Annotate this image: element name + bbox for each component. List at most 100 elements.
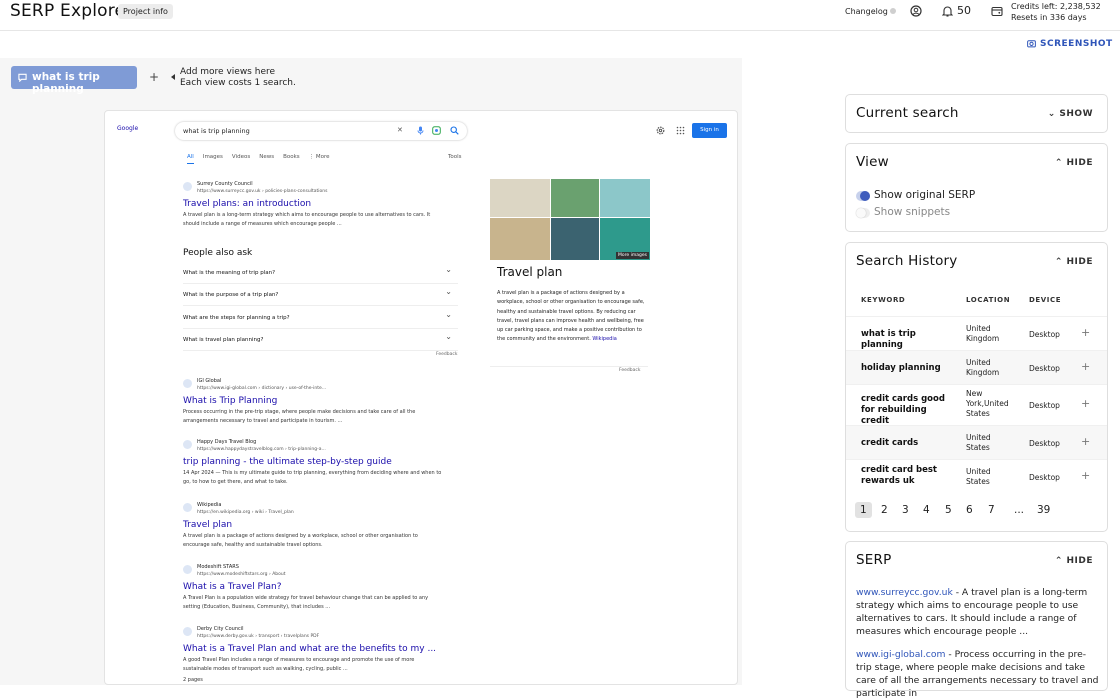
- panel-title: SERP: [856, 552, 892, 568]
- paa-question[interactable]: What is the purpose of a trip plan?: [183, 281, 458, 306]
- notifications-count[interactable]: 50: [957, 4, 971, 17]
- show-original-label[interactable]: Show original SERP: [874, 189, 975, 201]
- panel-title: View: [856, 154, 889, 170]
- history-device: Desktop: [1029, 473, 1060, 482]
- kp-feedback[interactable]: Feedback: [619, 368, 640, 373]
- show-snippets-label[interactable]: Show snippets: [874, 206, 950, 218]
- knowledge-panel-images[interactable]: More images: [490, 179, 650, 260]
- show-original-toggle[interactable]: [856, 191, 870, 201]
- history-keyword[interactable]: credit cards: [861, 438, 956, 449]
- google-tab-books[interactable]: Books: [283, 154, 300, 160]
- history-keyword[interactable]: holiday planning: [861, 363, 956, 374]
- paa-question[interactable]: What is the meaning of trip plan?: [183, 259, 458, 284]
- more-images-label[interactable]: More images: [616, 252, 649, 259]
- add-view-plus-icon[interactable]: +: [1081, 469, 1090, 482]
- mic-icon[interactable]: [417, 126, 424, 135]
- kp-image[interactable]: [551, 179, 599, 217]
- hide-toggle-button[interactable]: ⌃ HIDE: [1055, 556, 1093, 566]
- paa-question[interactable]: What is travel plan planning?: [183, 326, 458, 351]
- result-title[interactable]: Travel plans: an introduction: [183, 199, 443, 209]
- google-tab-all[interactable]: All: [187, 154, 194, 164]
- add-view-plus-icon[interactable]: +: [1081, 360, 1090, 373]
- panel-title: Current search: [856, 105, 959, 121]
- screenshot-button[interactable]: SCREENSHOT: [1040, 39, 1113, 49]
- hint-line-1: Add more views here: [180, 67, 276, 77]
- result-title[interactable]: What is a Travel Plan and what are the b…: [183, 644, 443, 654]
- history-row[interactable]: what is trip planning United Kingdom Des…: [846, 316, 1107, 350]
- history-keyword[interactable]: credit cards good for rebuilding credit: [861, 394, 956, 427]
- history-row[interactable]: credit cards United States Desktop +: [846, 425, 1107, 459]
- show-snippets-toggle[interactable]: [856, 208, 870, 218]
- result-snippet: 14 Apr 2024 — This is my ultimate guide …: [183, 470, 442, 485]
- add-view-plus-icon[interactable]: +: [1081, 397, 1090, 410]
- hide-toggle-button[interactable]: ⌃ HIDE: [1055, 158, 1093, 168]
- result-title[interactable]: What is Trip Planning: [183, 396, 443, 406]
- kp-image[interactable]: More images: [600, 218, 650, 260]
- history-device: Desktop: [1029, 330, 1060, 339]
- page-2[interactable]: 2: [881, 504, 888, 516]
- google-tools[interactable]: Tools: [448, 154, 462, 160]
- apps-grid-icon[interactable]: [676, 126, 685, 135]
- result-url[interactable]: https://www.happydaystravelblog.com › tr…: [197, 446, 443, 453]
- camera-icon[interactable]: [1027, 39, 1036, 48]
- page-5[interactable]: 5: [945, 504, 952, 516]
- clear-icon[interactable]: ✕: [397, 126, 403, 134]
- page-1[interactable]: 1: [855, 502, 872, 518]
- result-url[interactable]: https://www.derby.gov.uk › transport › t…: [197, 633, 443, 640]
- result-url[interactable]: https://www.modeshiftstars.org › About: [197, 571, 443, 578]
- result-url[interactable]: https://www.igi-global.com › dictionary …: [197, 385, 443, 392]
- paa-feedback[interactable]: Feedback: [436, 352, 457, 357]
- result-title[interactable]: trip planning - the ultimate step-by-ste…: [183, 457, 443, 467]
- history-keyword[interactable]: credit card best rewards uk: [861, 465, 956, 487]
- kp-image[interactable]: [490, 218, 550, 260]
- history-row[interactable]: credit cards good for rebuilding credit …: [846, 384, 1107, 427]
- show-toggle-button[interactable]: ⌄ SHOW: [1048, 109, 1093, 119]
- add-view-plus-icon[interactable]: +: [1081, 435, 1090, 448]
- kp-source-link[interactable]: Wikipedia: [592, 336, 616, 342]
- add-view-plus-icon[interactable]: +: [1081, 326, 1090, 339]
- changelog-link[interactable]: Changelog: [845, 7, 888, 16]
- search-icon[interactable]: [450, 126, 459, 135]
- google-logo[interactable]: Google: [117, 125, 138, 132]
- history-row[interactable]: credit card best rewards uk United State…: [846, 459, 1107, 493]
- result-title[interactable]: What is a Travel Plan?: [183, 582, 443, 592]
- history-row[interactable]: holiday planning United Kingdom Desktop …: [846, 350, 1107, 384]
- result-url[interactable]: https://www.surreycc.gov.uk › policies-p…: [197, 188, 443, 195]
- add-view-button[interactable]: +: [149, 70, 159, 84]
- credits-info: Credits left: 2,238,532 Resets in 336 da…: [1011, 1, 1101, 23]
- bell-icon[interactable]: [942, 5, 953, 17]
- google-tab-videos[interactable]: Videos: [232, 154, 250, 160]
- view-tab-active[interactable]: what is trip planning: [11, 66, 137, 95]
- settings-icon[interactable]: [656, 126, 665, 135]
- page-ellipsis: ...: [1014, 504, 1025, 516]
- lens-icon[interactable]: [432, 126, 441, 135]
- kp-image[interactable]: [551, 218, 599, 260]
- page-7[interactable]: 7: [988, 504, 995, 516]
- google-tab-images[interactable]: Images: [203, 154, 223, 160]
- kp-image[interactable]: [600, 179, 650, 217]
- result-url[interactable]: https://en.wikipedia.org › wiki › Travel…: [197, 509, 443, 516]
- page-3[interactable]: 3: [902, 504, 909, 516]
- history-keyword[interactable]: what is trip planning: [861, 329, 956, 351]
- add-view-hint: Add more views here Each view costs 1 se…: [180, 67, 296, 89]
- google-tab-more[interactable]: ⋮ More: [309, 154, 330, 160]
- page-6[interactable]: 6: [966, 504, 973, 516]
- column-device: DEVICE: [1029, 296, 1062, 304]
- google-tab-news[interactable]: News: [259, 154, 274, 160]
- result-source: Derby City Council https://www.derby.gov.…: [183, 626, 443, 640]
- account-icon[interactable]: [910, 5, 922, 17]
- result-title[interactable]: Travel plan: [183, 520, 443, 530]
- kp-image[interactable]: [490, 179, 550, 217]
- page-39[interactable]: 39: [1037, 504, 1050, 516]
- knowledge-panel: More images Travel plan A travel plan is…: [490, 179, 650, 367]
- hide-toggle-button[interactable]: ⌃ HIDE: [1055, 257, 1093, 267]
- paa-question[interactable]: What are the steps for planning a trip?: [183, 304, 458, 329]
- google-sign-in-button[interactable]: Sign in: [692, 123, 727, 138]
- snippet-domain-link[interactable]: www.igi-global.com: [856, 649, 945, 660]
- page-4[interactable]: 4: [923, 504, 930, 516]
- organic-result: Surrey County Council https://www.surreyc…: [183, 181, 443, 229]
- snippet-domain-link[interactable]: www.surreycc.gov.uk: [856, 587, 953, 598]
- knowledge-panel-description: A travel plan is a package of actions de…: [497, 289, 645, 345]
- project-info-button[interactable]: Project info: [118, 4, 173, 19]
- chevron-up-icon: ⌃: [1054, 257, 1067, 267]
